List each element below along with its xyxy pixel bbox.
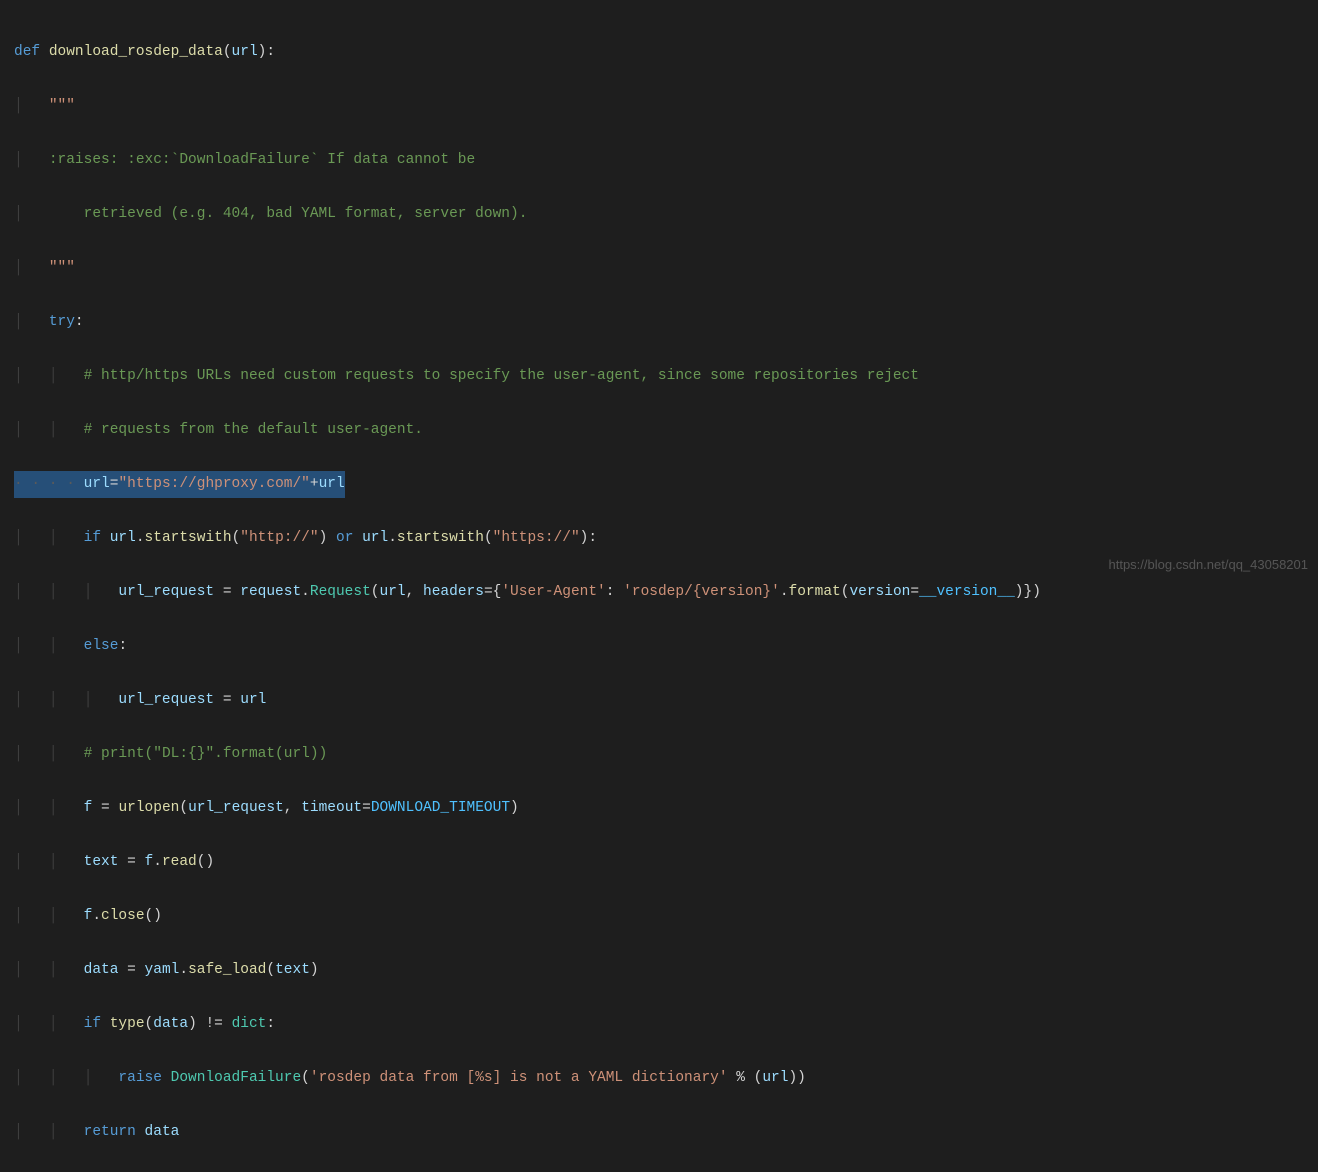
code-line: │ │ data = yaml.safe_load(text) bbox=[0, 957, 1318, 984]
code-line: def download_rosdep_data(url): bbox=[0, 39, 1318, 66]
code-line: │ │ # http/https URLs need custom reques… bbox=[0, 363, 1318, 390]
function-name: download_rosdep_data bbox=[49, 44, 223, 60]
code-line: │ │ text = f.read() bbox=[0, 849, 1318, 876]
keyword-return: return bbox=[84, 1124, 136, 1140]
code-line: │ │ │ raise DownloadFailure('rosdep data… bbox=[0, 1065, 1318, 1092]
code-line: │ """ bbox=[0, 255, 1318, 282]
code-line: │ │ else: bbox=[0, 633, 1318, 660]
code-editor[interactable]: def download_rosdep_data(url): │ """ │ :… bbox=[0, 0, 1318, 1172]
comment: # print("DL:{}".format(url)) bbox=[84, 746, 328, 762]
string-literal: "https://ghproxy.com/" bbox=[118, 476, 309, 492]
docstring-text: :raises: :exc:`DownloadFailure` If data … bbox=[49, 152, 475, 168]
code-line: │ :raises: :exc:`DownloadFailure` If dat… bbox=[0, 147, 1318, 174]
keyword-or: or bbox=[336, 530, 353, 546]
code-line: │ retrieved (e.g. 404, bad YAML format, … bbox=[0, 201, 1318, 228]
keyword-if: if bbox=[84, 530, 101, 546]
keyword-else: else bbox=[84, 638, 119, 654]
variable: url bbox=[84, 476, 110, 492]
code-line: │ │ if url.startswith("http://") or url.… bbox=[0, 525, 1318, 552]
docstring-quote: """ bbox=[49, 260, 75, 276]
code-line: │ │ if type(data) != dict: bbox=[0, 1011, 1318, 1038]
watermark-text: https://blog.csdn.net/qq_43058201 bbox=[1109, 551, 1309, 578]
keyword-try: try bbox=[49, 314, 75, 330]
comment: # requests from the default user-agent. bbox=[84, 422, 423, 438]
code-line: │ │ return data bbox=[0, 1119, 1318, 1146]
comment: # http/https URLs need custom requests t… bbox=[84, 368, 919, 384]
code-line: │ │ │ url_request = request.Request(url,… bbox=[0, 579, 1318, 606]
code-line: │ │ │ url_request = url bbox=[0, 687, 1318, 714]
code-line: │ try: bbox=[0, 309, 1318, 336]
keyword-if: if bbox=[84, 1016, 101, 1032]
keyword-def: def bbox=[14, 44, 40, 60]
parameter: url bbox=[232, 44, 258, 60]
code-line-highlighted: · · · · url="https://ghproxy.com/"+url bbox=[0, 471, 1318, 498]
variable: url bbox=[319, 476, 345, 492]
keyword-raise: raise bbox=[118, 1070, 162, 1086]
code-line: │ """ bbox=[0, 93, 1318, 120]
docstring-text: retrieved (e.g. 404, bad YAML format, se… bbox=[49, 206, 528, 222]
code-line: │ │ # requests from the default user-age… bbox=[0, 417, 1318, 444]
code-line: │ │ f.close() bbox=[0, 903, 1318, 930]
docstring-quote: """ bbox=[49, 98, 75, 114]
code-line: │ │ # print("DL:{}".format(url)) bbox=[0, 741, 1318, 768]
code-line: │ │ f = urlopen(url_request, timeout=DOW… bbox=[0, 795, 1318, 822]
